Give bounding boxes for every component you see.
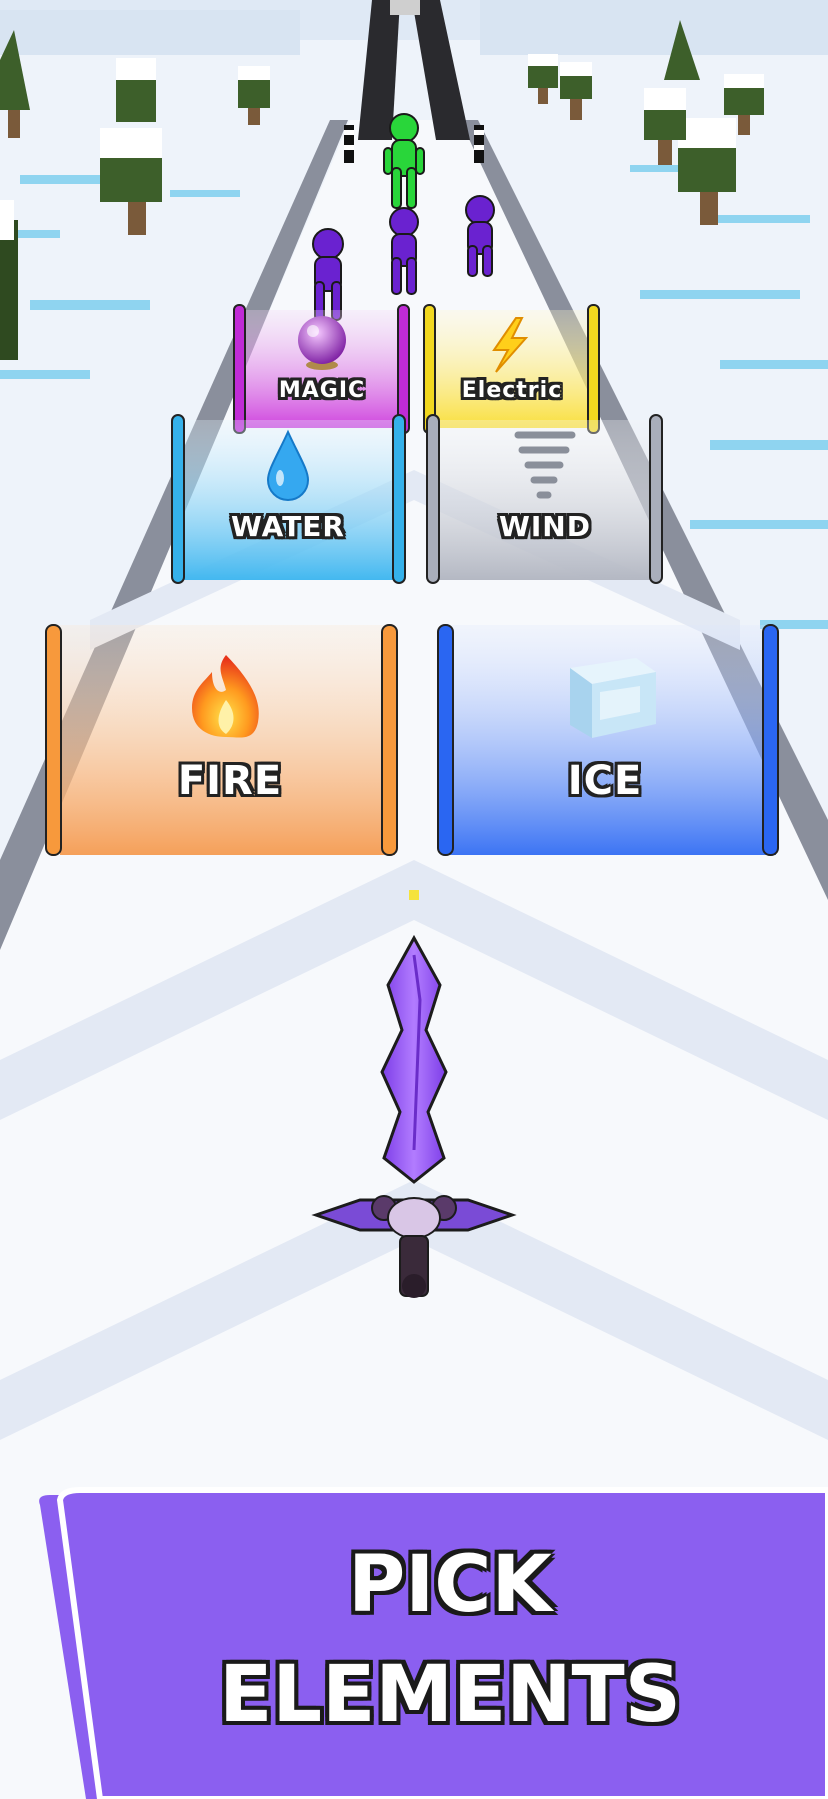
gate-label-ice: ICE <box>567 758 643 804</box>
banner-title-line1: PICK <box>348 1540 552 1630</box>
gate-electric <box>423 304 600 434</box>
tree <box>0 200 18 360</box>
gate-magic <box>233 304 410 434</box>
projectile <box>409 890 419 900</box>
gate-label-electric: Electric <box>461 378 563 403</box>
gate-wind <box>426 414 663 584</box>
tree <box>116 58 156 122</box>
gate-ice <box>437 624 779 856</box>
gate-label-fire: FIRE <box>177 758 283 804</box>
banner-title-line2: ELEMENTS <box>219 1650 681 1740</box>
ice-cube-icon <box>570 658 656 738</box>
gate-label-magic: MAGIC <box>278 378 366 403</box>
gate-fire <box>45 624 398 856</box>
title-banner <box>39 1487 828 1799</box>
gate-water <box>171 414 406 584</box>
gate-label-wind: WIND <box>499 510 591 543</box>
gate-label-water: WATER <box>231 510 345 543</box>
game-scene <box>0 0 828 1799</box>
